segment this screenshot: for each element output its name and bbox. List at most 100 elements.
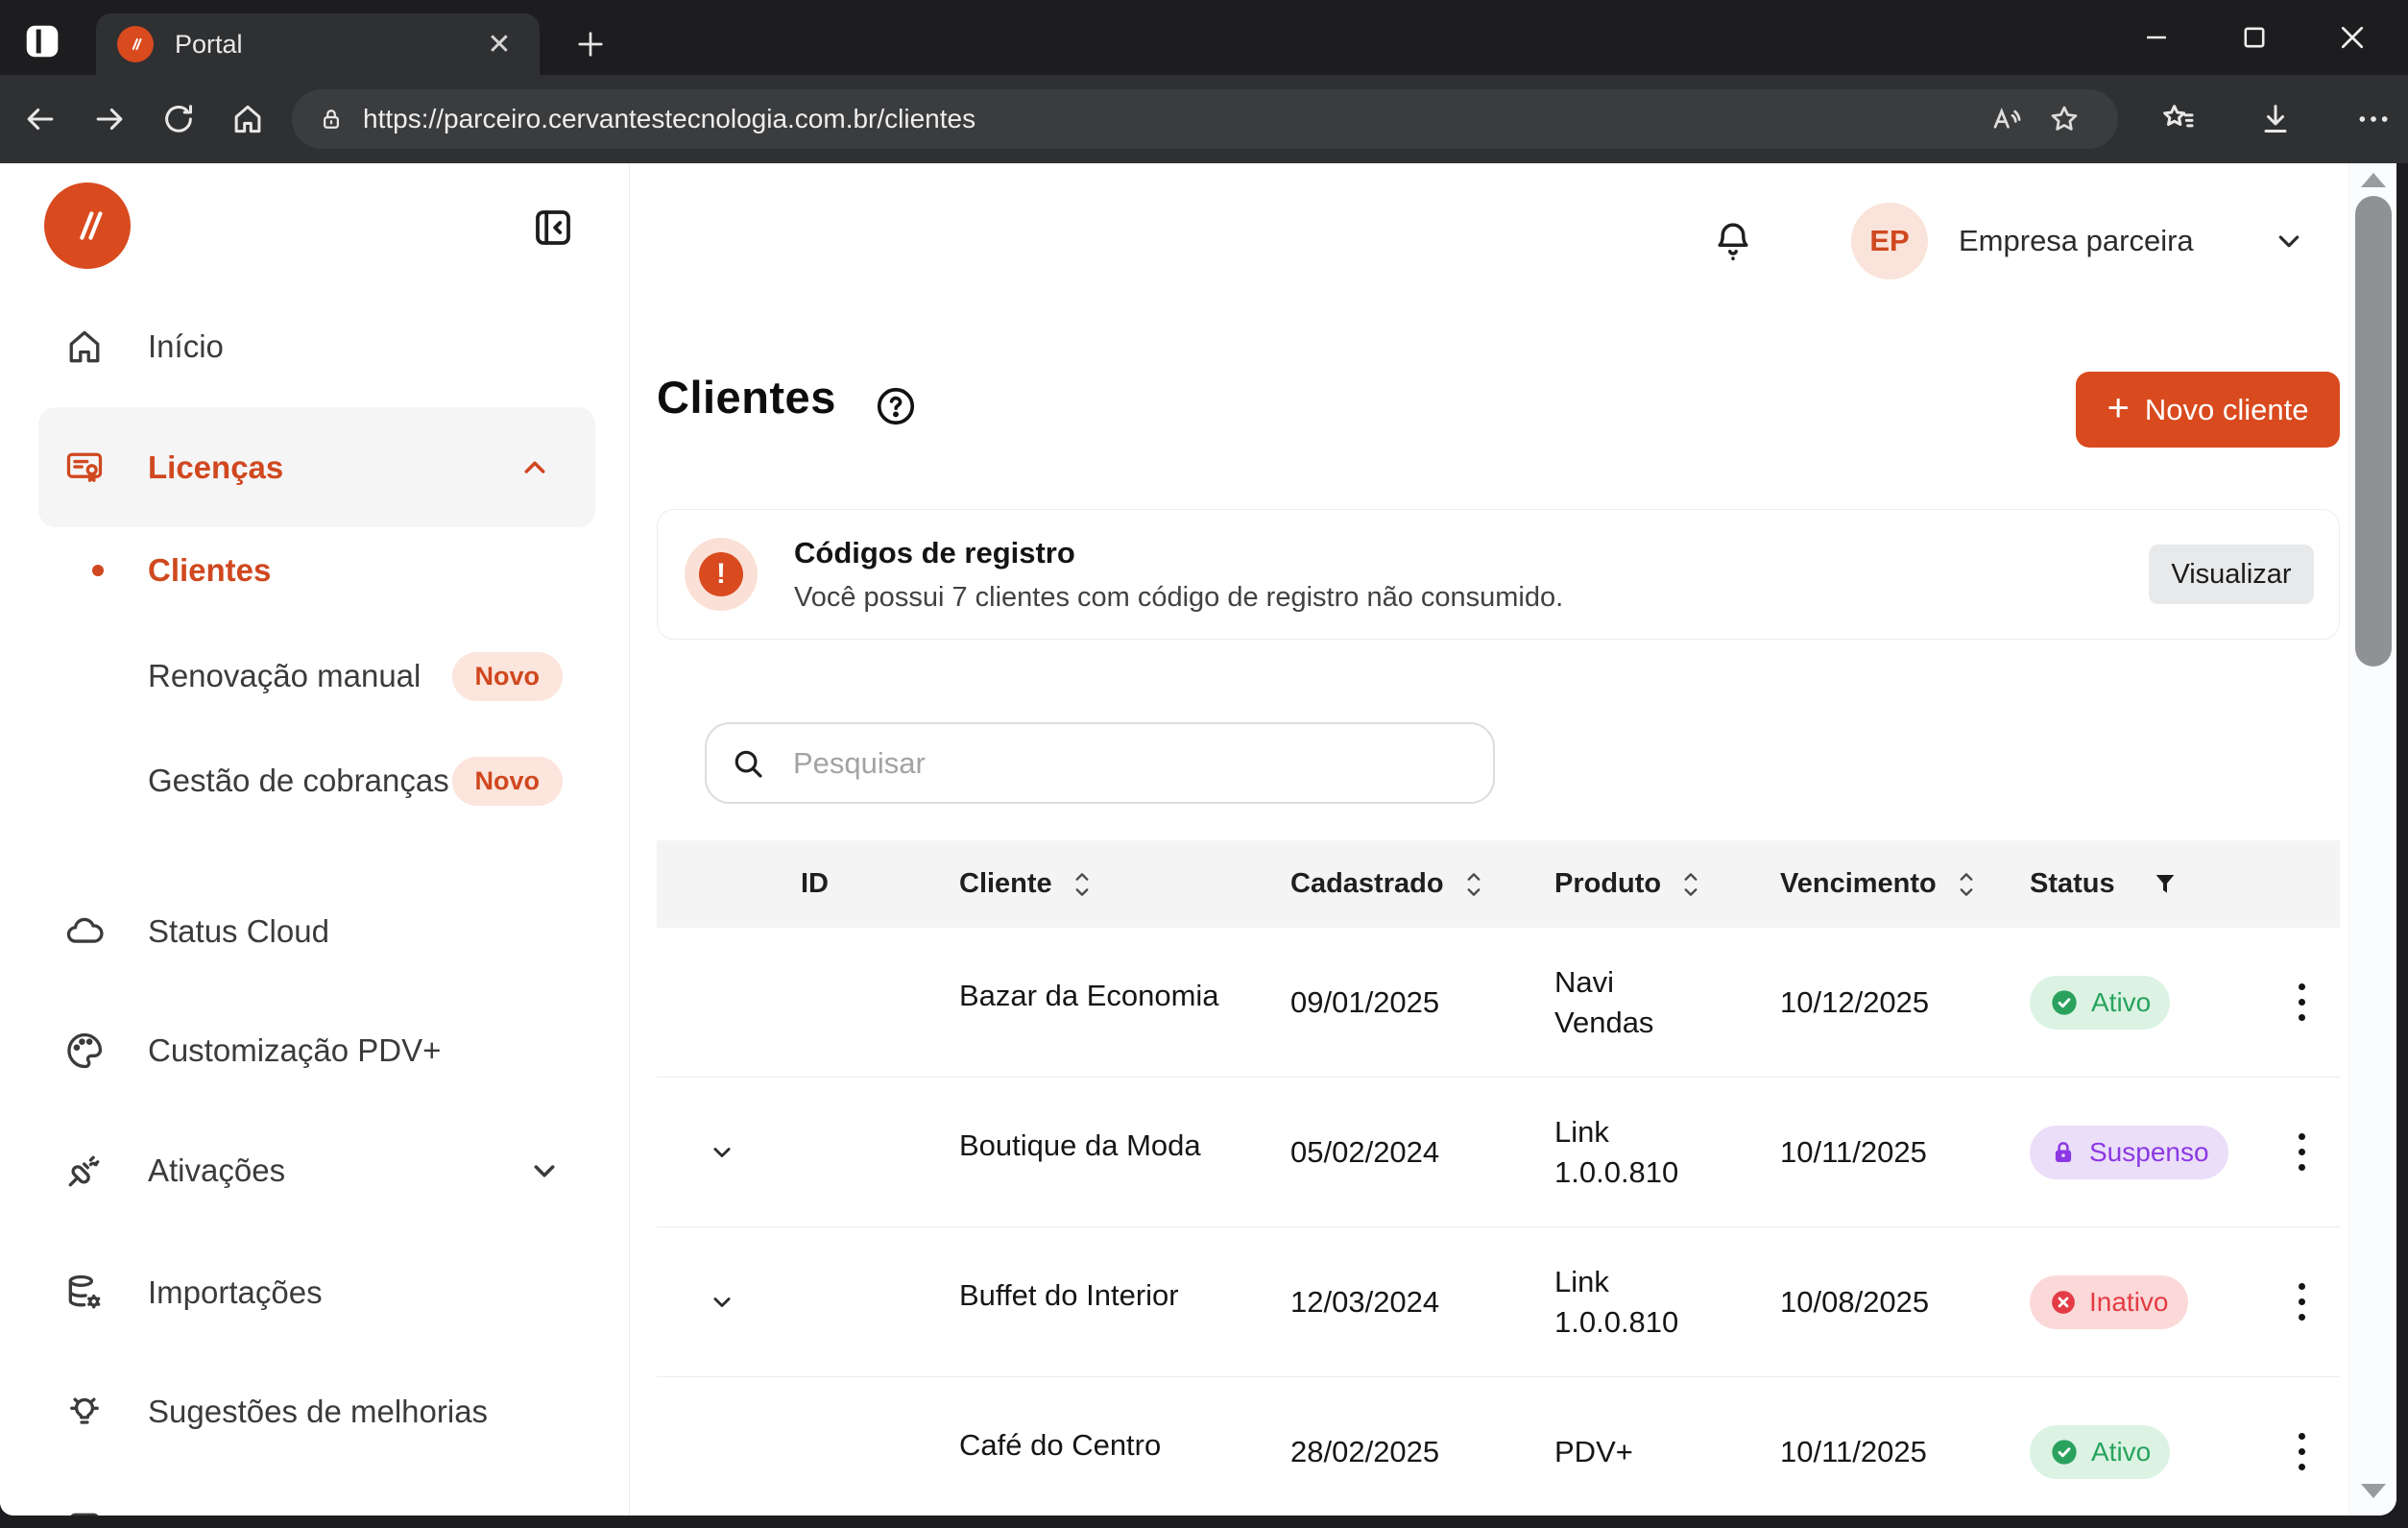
registered-date: 12/03/2024 (1276, 1285, 1540, 1320)
status-cell: Ativo (2015, 976, 2236, 1030)
sidebar-item-partial[interactable] (0, 1494, 630, 1516)
page-scrollbar[interactable] (2348, 163, 2396, 1516)
sidebar-item-renovacao-manual[interactable]: Renovação manual Novo (0, 642, 630, 711)
sidebar-item-ativacoes[interactable]: Ativações (0, 1136, 630, 1205)
address-bar[interactable]: https://parceiro.cervantestecnologia.com… (292, 89, 2118, 149)
forward-button[interactable] (75, 89, 144, 149)
column-header-produto: Produto (1540, 868, 1766, 901)
database-icon (63, 1272, 106, 1314)
browser-window: Portal ✕ (0, 0, 2408, 1528)
sidebar-item-label: Início (148, 328, 224, 365)
downloads-icon[interactable] (2241, 89, 2310, 149)
sidebar-item-label: Sugestões de melhorias (148, 1394, 488, 1430)
status-cell: Ativo (2015, 1425, 2236, 1479)
column-header-cadastrado: Cadastrado (1276, 868, 1540, 901)
row-expand-toggle[interactable] (657, 1286, 786, 1319)
favorite-star-icon[interactable] (2035, 90, 2093, 148)
product-name: Link 1.0.0.810 (1540, 1262, 1766, 1343)
sidebar-item-inicio[interactable]: Início (0, 312, 630, 381)
license-icon (63, 447, 106, 489)
refresh-button[interactable] (144, 89, 213, 149)
client-cell: Boutique da Moda (945, 1128, 1276, 1176)
sidebar-item-gestao-cobrancas[interactable]: Gestão de cobranças Novo (0, 746, 630, 815)
row-expand-toggle[interactable] (657, 1136, 786, 1169)
view-codes-button[interactable]: Visualizar (2149, 545, 2314, 604)
help-icon[interactable] (874, 384, 918, 428)
new-client-button[interactable]: + Novo cliente (2076, 372, 2340, 448)
filter-icon[interactable] (2150, 869, 2180, 900)
status-cell: Suspenso (2015, 1126, 2236, 1179)
sort-icon[interactable] (1678, 868, 1703, 901)
web-page: Início Licenças Clientes Renovação manua… (0, 163, 2396, 1516)
column-header-id: ID (786, 868, 945, 900)
partial-icon (63, 1508, 106, 1516)
new-tab-button[interactable] (568, 25, 613, 63)
warning-icon: ! (685, 538, 758, 611)
notifications-bell-icon[interactable] (1711, 217, 1755, 265)
sidebar-item-importacoes[interactable]: Importações (0, 1258, 630, 1327)
favorites-list-icon[interactable] (2143, 89, 2212, 149)
sidebar-collapse-button[interactable] (527, 202, 579, 254)
client-cell: Café do Centro (945, 1428, 1276, 1476)
site-favicon (117, 26, 154, 62)
scrollbar-thumb[interactable] (2355, 196, 2392, 667)
scrollbar-down-arrow[interactable] (2361, 1484, 2386, 1498)
window-minimize-button[interactable] (2135, 16, 2178, 59)
alert-title: Códigos de registro (794, 536, 2149, 570)
column-header-status: Status (2015, 868, 2236, 900)
sidebar-item-customizacao-pdv[interactable]: Customização PDV+ (0, 1016, 630, 1085)
row-menu-button[interactable] (2236, 1283, 2340, 1321)
sort-icon[interactable] (1954, 868, 1979, 901)
table-row[interactable]: Bazar da Economia 09/01/2025 Navi Vendas… (657, 928, 2340, 1078)
read-aloud-icon[interactable] (1978, 90, 2035, 148)
more-menu-icon[interactable] (2339, 89, 2408, 149)
sort-icon[interactable] (1461, 868, 1486, 901)
tab-title: Portal (175, 30, 480, 60)
chevron-down-icon (526, 1152, 563, 1189)
browser-toolbar: https://parceiro.cervantestecnologia.com… (0, 75, 2408, 163)
browser-tabstrip: Portal ✕ (0, 0, 2408, 75)
row-menu-button[interactable] (2236, 1433, 2340, 1470)
product-name: Link 1.0.0.810 (1540, 1112, 1766, 1193)
sidebar-item-status-cloud[interactable]: Status Cloud (0, 897, 630, 966)
window-close-button[interactable] (2331, 16, 2373, 59)
chevron-up-icon (517, 449, 553, 486)
account-avatar[interactable]: EP (1851, 203, 1928, 279)
sidebar-item-sugestoes[interactable]: Sugestões de melhorias (0, 1377, 630, 1446)
sidebar-item-label: Gestão de cobranças (148, 763, 449, 799)
expiry-date: 10/08/2025 (1766, 1285, 2015, 1320)
table-row[interactable]: Buffet do Interior 12/03/2024 Link 1.0.0… (657, 1227, 2340, 1377)
plug-icon (63, 1150, 106, 1192)
window-maximize-button[interactable] (2233, 16, 2276, 59)
registered-date: 05/02/2024 (1276, 1135, 1540, 1170)
sidebar-item-clientes[interactable]: Clientes (0, 536, 630, 605)
table-row[interactable]: Café do Centro 28/02/2025 PDV+ 10/11/202… (657, 1377, 2340, 1516)
check-seal-icon (2049, 1437, 2080, 1467)
sort-icon[interactable] (1070, 868, 1095, 901)
status-badge: Ativo (2030, 976, 2170, 1030)
palette-icon (63, 1030, 106, 1072)
sidebar-item-licencas[interactable]: Licenças (38, 407, 595, 527)
expiry-date: 10/11/2025 (1766, 1435, 2015, 1469)
chevron-down-icon (706, 1136, 738, 1169)
sidebar: Início Licenças Clientes Renovação manua… (0, 163, 630, 1516)
browser-tab-portal[interactable]: Portal ✕ (96, 13, 540, 75)
lock-icon (317, 105, 346, 133)
client-name: Buffet do Interior (959, 1278, 1276, 1313)
search-input[interactable] (791, 745, 1470, 782)
account-chevron-down-icon[interactable] (2271, 223, 2307, 259)
browser-workspaces-button[interactable] (19, 19, 67, 63)
table-row[interactable]: Boutique da Moda 05/02/2024 Link 1.0.0.8… (657, 1078, 2340, 1227)
sidebar-item-label: Licenças (148, 449, 283, 486)
page-title: Clientes (657, 371, 836, 424)
row-menu-button[interactable] (2236, 983, 2340, 1021)
tab-close-icon[interactable]: ✕ (480, 28, 518, 61)
chevron-down-icon (706, 1286, 738, 1319)
registered-date: 09/01/2025 (1276, 985, 1540, 1020)
status-badge: Inativo (2030, 1275, 2188, 1329)
scrollbar-up-arrow[interactable] (2361, 173, 2386, 187)
home-button[interactable] (213, 89, 282, 149)
row-menu-button[interactable] (2236, 1133, 2340, 1171)
expiry-date: 10/12/2025 (1766, 985, 2015, 1020)
back-button[interactable] (6, 89, 75, 149)
